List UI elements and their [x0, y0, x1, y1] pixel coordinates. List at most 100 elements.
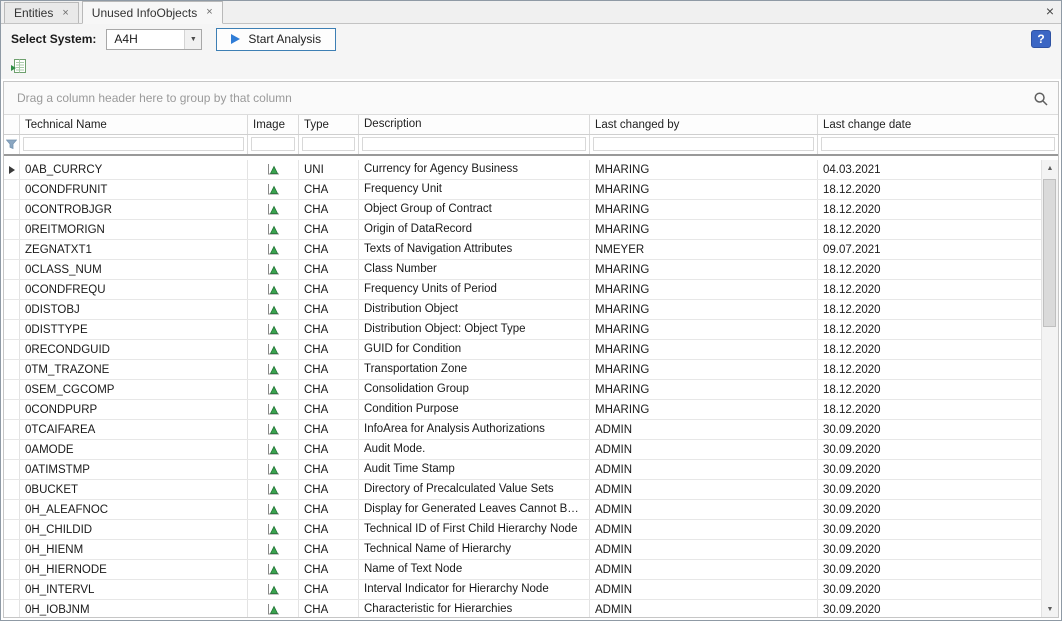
- cell-technical-name[interactable]: 0SEM_CGCOMP: [20, 380, 248, 399]
- cell-technical-name[interactable]: 0TM_TRAZONE: [20, 360, 248, 379]
- cell-type[interactable]: CHA: [299, 460, 359, 479]
- cell-last-change-date[interactable]: 18.12.2020: [818, 280, 1041, 299]
- cell-last-changed-by[interactable]: MHARING: [590, 400, 818, 419]
- cell-technical-name[interactable]: 0TCAIFAREA: [20, 420, 248, 439]
- cell-technical-name[interactable]: 0H_INTERVL: [20, 580, 248, 599]
- cell-type[interactable]: CHA: [299, 240, 359, 259]
- cell-description[interactable]: Display for Generated Leaves Cannot Be C…: [359, 500, 590, 519]
- table-row[interactable]: 0TCAIFAREACHAInfoArea for Analysis Autho…: [4, 420, 1041, 440]
- cell-last-change-date[interactable]: 30.09.2020: [818, 460, 1041, 479]
- table-row[interactable]: 0H_HIERNODECHAName of Text NodeADMIN30.0…: [4, 560, 1041, 580]
- cell-description[interactable]: Texts of Navigation Attributes: [359, 240, 590, 259]
- cell-type[interactable]: CHA: [299, 260, 359, 279]
- cell-technical-name[interactable]: 0H_HIENM: [20, 540, 248, 559]
- cell-last-change-date[interactable]: 18.12.2020: [818, 220, 1041, 239]
- group-by-panel[interactable]: Drag a column header here to group by th…: [4, 82, 1058, 115]
- cell-description[interactable]: Condition Purpose: [359, 400, 590, 419]
- cell-technical-name[interactable]: ZEGNATXT1: [20, 240, 248, 259]
- cell-description[interactable]: Distribution Object: [359, 300, 590, 319]
- cell-technical-name[interactable]: 0CLASS_NUM: [20, 260, 248, 279]
- scroll-up-icon[interactable]: ▲: [1042, 160, 1058, 176]
- cell-last-changed-by[interactable]: ADMIN: [590, 460, 818, 479]
- table-row[interactable]: 0AMODECHAAudit Mode.ADMIN30.09.2020: [4, 440, 1041, 460]
- cell-last-change-date[interactable]: 18.12.2020: [818, 380, 1041, 399]
- cell-description[interactable]: Audit Time Stamp: [359, 460, 590, 479]
- cell-last-change-date[interactable]: 30.09.2020: [818, 480, 1041, 499]
- cell-last-change-date[interactable]: 30.09.2020: [818, 420, 1041, 439]
- cell-description[interactable]: Interval Indicator for Hierarchy Node: [359, 580, 590, 599]
- cell-last-change-date[interactable]: 30.09.2020: [818, 580, 1041, 599]
- cell-last-changed-by[interactable]: MHARING: [590, 300, 818, 319]
- cell-type[interactable]: CHA: [299, 580, 359, 599]
- cell-technical-name[interactable]: 0DISTOBJ: [20, 300, 248, 319]
- cell-technical-name[interactable]: 0H_ALEAFNOC: [20, 500, 248, 519]
- help-button[interactable]: ?: [1031, 30, 1051, 48]
- table-row[interactable]: 0CLASS_NUMCHAClass NumberMHARING18.12.20…: [4, 260, 1041, 280]
- column-header-last-changed-by[interactable]: Last changed by: [590, 115, 818, 134]
- tab-close-icon[interactable]: ×: [62, 8, 68, 19]
- cell-description[interactable]: Characteristic for Hierarchies: [359, 600, 590, 617]
- cell-type[interactable]: CHA: [299, 200, 359, 219]
- cell-description[interactable]: Distribution Object: Object Type: [359, 320, 590, 339]
- table-row[interactable]: 0H_ALEAFNOC CHADisplay for Generated Leav…: [4, 500, 1041, 520]
- cell-last-change-date[interactable]: 30.09.2020: [818, 500, 1041, 519]
- cell-description[interactable]: Technical ID of First Child Hierarchy No…: [359, 520, 590, 539]
- cell-last-change-date[interactable]: 30.09.2020: [818, 600, 1041, 617]
- cell-description[interactable]: Origin of DataRecord: [359, 220, 590, 239]
- cell-description[interactable]: Consolidation Group: [359, 380, 590, 399]
- scroll-down-icon[interactable]: ▼: [1042, 601, 1058, 617]
- system-dropdown[interactable]: A4H ▼: [106, 29, 202, 50]
- cell-last-changed-by[interactable]: MHARING: [590, 200, 818, 219]
- cell-technical-name[interactable]: 0H_CHILDID: [20, 520, 248, 539]
- scrollbar-thumb[interactable]: [1043, 179, 1056, 327]
- cell-type[interactable]: CHA: [299, 180, 359, 199]
- table-row[interactable]: 0CONDPURPCHACondition PurposeMHARING18.1…: [4, 400, 1041, 420]
- table-row[interactable]: 0CONDFRUNITCHAFrequency UnitMHARING18.12…: [4, 180, 1041, 200]
- cell-last-changed-by[interactable]: NMEYER: [590, 240, 818, 259]
- cell-last-changed-by[interactable]: MHARING: [590, 380, 818, 399]
- table-row[interactable]: 0H_CHILDIDCHATechnical ID of First Child…: [4, 520, 1041, 540]
- cell-last-changed-by[interactable]: ADMIN: [590, 560, 818, 579]
- cell-technical-name[interactable]: 0RECONDGUID: [20, 340, 248, 359]
- cell-last-changed-by[interactable]: ADMIN: [590, 540, 818, 559]
- cell-last-changed-by[interactable]: ADMIN: [590, 600, 818, 617]
- cell-last-change-date[interactable]: 30.09.2020: [818, 440, 1041, 459]
- window-close-icon[interactable]: ×: [1046, 4, 1054, 18]
- table-row[interactable]: 0BUCKETCHADirectory of Precalculated Val…: [4, 480, 1041, 500]
- cell-description[interactable]: Technical Name of Hierarchy: [359, 540, 590, 559]
- cell-description[interactable]: GUID for Condition: [359, 340, 590, 359]
- cell-type[interactable]: CHA: [299, 500, 359, 519]
- cell-last-changed-by[interactable]: ADMIN: [590, 580, 818, 599]
- cell-technical-name[interactable]: 0CONDPURP: [20, 400, 248, 419]
- start-analysis-button[interactable]: Start Analysis: [216, 28, 336, 51]
- cell-technical-name[interactable]: 0H_HIERNODE: [20, 560, 248, 579]
- cell-last-changed-by[interactable]: ADMIN: [590, 520, 818, 539]
- column-header-last-change-date[interactable]: Last change date: [818, 115, 1058, 134]
- table-row[interactable]: ZEGNATXT1 CHATexts of Navigation Attribut…: [4, 240, 1041, 260]
- table-row[interactable]: 0AB_CURRCYUNICurrency for Agency Busines…: [4, 160, 1041, 180]
- cell-last-change-date[interactable]: 18.12.2020: [818, 400, 1041, 419]
- cell-last-change-date[interactable]: 04.03.2021: [818, 160, 1041, 179]
- cell-last-change-date[interactable]: 18.12.2020: [818, 200, 1041, 219]
- table-row[interactable]: 0RECONDGUIDCHAGUID for ConditionMHARING1…: [4, 340, 1041, 360]
- cell-technical-name[interactable]: 0CONTROBJGR: [20, 200, 248, 219]
- cell-last-changed-by[interactable]: MHARING: [590, 180, 818, 199]
- table-row[interactable]: 0H_IOBJNMCHACharacteristic for Hierarchi…: [4, 600, 1041, 617]
- cell-technical-name[interactable]: 0CONDFREQU: [20, 280, 248, 299]
- cell-last-changed-by[interactable]: ADMIN: [590, 420, 818, 439]
- cell-last-change-date[interactable]: 18.12.2020: [818, 340, 1041, 359]
- cell-technical-name[interactable]: 0REITMORIGN: [20, 220, 248, 239]
- cell-last-change-date[interactable]: 09.07.2021: [818, 240, 1041, 259]
- filter-input-image[interactable]: [248, 135, 299, 154]
- cell-last-change-date[interactable]: 18.12.2020: [818, 260, 1041, 279]
- cell-last-changed-by[interactable]: MHARING: [590, 340, 818, 359]
- cell-last-changed-by[interactable]: MHARING: [590, 360, 818, 379]
- cell-last-changed-by[interactable]: MHARING: [590, 320, 818, 339]
- cell-technical-name[interactable]: 0H_IOBJNM: [20, 600, 248, 617]
- cell-description[interactable]: Currency for Agency Business: [359, 160, 590, 179]
- chevron-down-icon[interactable]: ▼: [184, 30, 201, 49]
- column-header-type[interactable]: Type: [299, 115, 359, 134]
- table-row[interactable]: 0CONDFREQUCHAFrequency Units of PeriodMH…: [4, 280, 1041, 300]
- table-row[interactable]: 0SEM_CGCOMPCHAConsolidation GroupMHARING…: [4, 380, 1041, 400]
- cell-description[interactable]: Object Group of Contract: [359, 200, 590, 219]
